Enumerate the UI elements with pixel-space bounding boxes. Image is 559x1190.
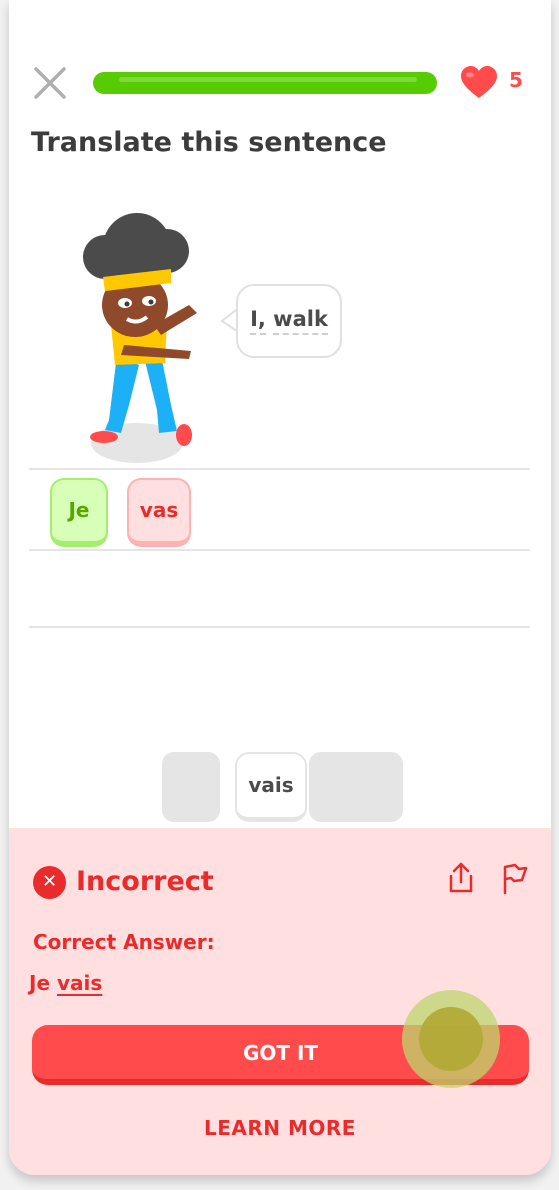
answer-line xyxy=(29,468,530,470)
character-illustration xyxy=(83,213,197,463)
answer-prefix: Je xyxy=(29,971,51,995)
word-bank-empty-slot xyxy=(162,752,220,822)
feedback-status: Incorrect xyxy=(76,866,214,897)
answer-tile-wrong[interactable]: vas xyxy=(127,478,191,547)
tap-indicator-core xyxy=(419,1007,483,1071)
hearts-count: 5 xyxy=(509,68,523,92)
bubble-word[interactable]: walk xyxy=(273,307,328,335)
close-icon[interactable] xyxy=(33,66,67,100)
flag-icon[interactable] xyxy=(499,861,529,895)
share-icon[interactable] xyxy=(445,861,477,895)
heart-icon xyxy=(461,66,497,98)
learn-more-button[interactable]: LEARN MORE xyxy=(9,1116,551,1140)
tap-indicator xyxy=(402,990,500,1088)
incorrect-icon: ✕ xyxy=(33,866,66,899)
answer-highlight: vais xyxy=(56,971,103,995)
speech-bubble: I, walk xyxy=(236,284,342,358)
exercise-title: Translate this sentence xyxy=(31,127,387,158)
answer-line xyxy=(29,626,530,628)
bubble-word[interactable]: I, xyxy=(250,307,266,335)
word-bank-empty-slot xyxy=(309,752,403,822)
lesson-screen: 5 Translate this sentence I, walk Je vas… xyxy=(9,0,551,1175)
progress-bar-shine xyxy=(119,77,417,82)
speech-bubble-text: I, walk xyxy=(238,307,340,335)
answer-line xyxy=(29,549,530,551)
correct-answer-text: Je vais xyxy=(29,971,102,995)
correct-answer-label: Correct Answer: xyxy=(33,930,215,954)
answer-tile-correct[interactable]: Je xyxy=(50,478,108,547)
progress-bar xyxy=(93,72,437,94)
feedback-panel: ✕ Incorrect Correct Answer: Je vais GOT … xyxy=(9,828,551,1175)
word-bank-tile[interactable]: vais xyxy=(235,752,307,822)
